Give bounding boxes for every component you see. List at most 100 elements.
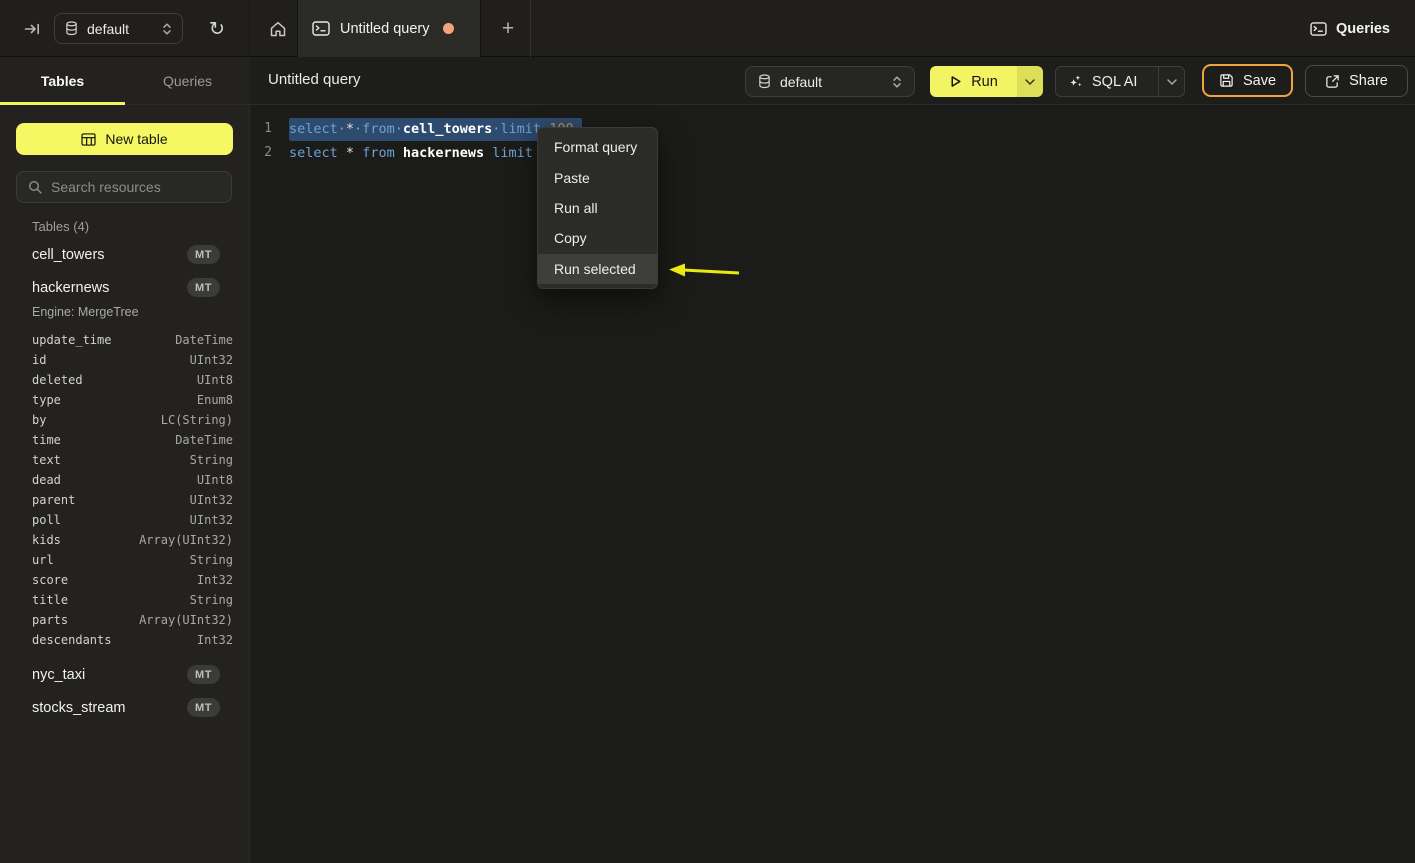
column-name: dead xyxy=(32,473,61,487)
sidebar-tab-tables[interactable]: Tables xyxy=(0,57,125,105)
column-type: DateTime xyxy=(175,333,233,347)
topbar-database-value: default xyxy=(87,21,129,37)
column-name: by xyxy=(32,413,46,427)
sql-ai-options-button[interactable] xyxy=(1158,67,1184,96)
sql-ai-label: SQL AI xyxy=(1092,74,1137,90)
column-name: text xyxy=(32,453,61,467)
table-name: nyc_taxi xyxy=(32,667,85,683)
sql-ai-button[interactable]: SQL AI xyxy=(1056,74,1158,90)
column-row: kids Array(UInt32) xyxy=(0,531,250,551)
queries-panel-button[interactable]: Queries xyxy=(1310,17,1390,41)
database-icon xyxy=(65,21,78,36)
sql-console-app: default ↻ Untitled query + xyxy=(0,0,1415,863)
share-button-label: Share xyxy=(1349,73,1388,89)
column-type: UInt32 xyxy=(190,353,233,367)
tabstrip-divider xyxy=(530,0,531,57)
new-table-button[interactable]: New table xyxy=(16,123,233,155)
column-row: dead UInt8 xyxy=(0,471,250,491)
terminal-icon xyxy=(312,21,330,36)
tab-untitled-query[interactable]: Untitled query xyxy=(297,0,481,57)
sidebar-tab-queries[interactable]: Queries xyxy=(125,57,250,105)
menu-item-format-query[interactable]: Format query xyxy=(538,132,657,162)
share-button[interactable]: Share xyxy=(1305,65,1408,97)
column-row: update_time DateTime xyxy=(0,331,250,351)
tables-tab-label: Tables xyxy=(41,73,84,89)
query-toolbar: Untitled query default Run xyxy=(250,57,1415,105)
column-name: score xyxy=(32,573,68,587)
database-icon xyxy=(758,74,771,89)
table-row-hackernews[interactable]: hackernews MT xyxy=(0,278,250,298)
home-icon xyxy=(268,19,288,39)
home-button[interactable] xyxy=(266,18,290,40)
sql-token: cell_towers xyxy=(403,121,492,137)
column-name: type xyxy=(32,393,61,407)
menu-item-copy[interactable]: Copy xyxy=(538,223,657,253)
column-row: type Enum8 xyxy=(0,391,250,411)
resources-sidebar: New table Search resources Tables (4) ce… xyxy=(0,105,250,863)
table-row-cell-towers[interactable]: cell_towers MT xyxy=(0,245,250,265)
search-input[interactable]: Search resources xyxy=(16,171,232,203)
table-row-stocks-stream[interactable]: stocks_stream MT xyxy=(0,698,250,718)
run-button-label: Run xyxy=(971,74,998,90)
play-icon xyxy=(949,75,962,88)
column-row: by LC(String) xyxy=(0,411,250,431)
column-name: poll xyxy=(32,513,61,527)
line-number: 1 xyxy=(256,117,272,141)
column-name: kids xyxy=(32,533,61,547)
run-options-button[interactable] xyxy=(1017,66,1043,97)
menu-item-run-all[interactable]: Run all xyxy=(538,193,657,223)
sql-token: * xyxy=(346,121,354,137)
column-row: parent UInt32 xyxy=(0,491,250,511)
chevron-down-icon xyxy=(1025,79,1035,85)
top-bar-left-section: default ↻ xyxy=(0,0,250,57)
table-row-nyc-taxi[interactable]: nyc_taxi MT xyxy=(0,665,250,685)
engine-badge: MT xyxy=(187,698,220,717)
column-name: id xyxy=(32,353,46,367)
share-icon xyxy=(1325,74,1340,89)
column-type: DateTime xyxy=(175,433,233,447)
topbar-database-selector[interactable]: default xyxy=(54,13,183,44)
column-type: String xyxy=(190,453,233,467)
sparkles-icon xyxy=(1068,74,1083,89)
column-row: title String xyxy=(0,591,250,611)
toolbar-database-selector[interactable]: default xyxy=(745,66,915,97)
code-line-2[interactable]: select*fromhackernewslimit xyxy=(289,141,533,165)
save-button-label: Save xyxy=(1243,73,1276,89)
search-icon xyxy=(28,180,42,194)
new-tab-button[interactable]: + xyxy=(494,15,522,43)
sql-token: select xyxy=(289,145,338,161)
column-name: descendants xyxy=(32,633,111,647)
sql-token: * xyxy=(346,145,354,161)
collapse-sidebar-button[interactable] xyxy=(22,19,42,39)
sql-token: hackernews xyxy=(403,145,484,161)
menu-item-paste[interactable]: Paste xyxy=(538,162,657,192)
sql-editor[interactable]: 1 2 select*fromcell_towerslimit100 selec… xyxy=(250,105,1415,863)
column-name: parts xyxy=(32,613,68,627)
sidebar-collapse-icon xyxy=(23,20,41,38)
new-table-label: New table xyxy=(105,131,167,147)
column-row: poll UInt32 xyxy=(0,511,250,531)
plus-icon: + xyxy=(502,17,514,41)
refresh-icon: ↻ xyxy=(209,18,225,40)
refresh-button[interactable]: ↻ xyxy=(204,16,230,42)
column-type: UInt32 xyxy=(190,513,233,527)
sidebar-tab-bar: Tables Queries xyxy=(0,57,250,105)
column-row: descendants Int32 xyxy=(0,631,250,651)
engine-detail: Engine: MergeTree xyxy=(32,305,139,319)
sql-token: from xyxy=(362,145,395,161)
table-icon xyxy=(81,133,96,146)
column-row: text String xyxy=(0,451,250,471)
column-row: time DateTime xyxy=(0,431,250,451)
menu-item-run-selected[interactable]: Run selected xyxy=(538,254,657,284)
run-button[interactable]: Run xyxy=(930,66,1017,97)
column-type: String xyxy=(190,593,233,607)
column-name: update_time xyxy=(32,333,111,347)
column-type: UInt8 xyxy=(197,473,233,487)
column-row: url String xyxy=(0,551,250,571)
annotation-arrow-icon xyxy=(663,260,745,280)
editor-context-menu: Format query Paste Run all Copy Run sele… xyxy=(537,127,658,289)
sql-token: select xyxy=(289,121,338,137)
save-button[interactable]: Save xyxy=(1202,64,1293,97)
column-type: UInt8 xyxy=(197,373,233,387)
chevron-updown-icon xyxy=(892,75,902,89)
